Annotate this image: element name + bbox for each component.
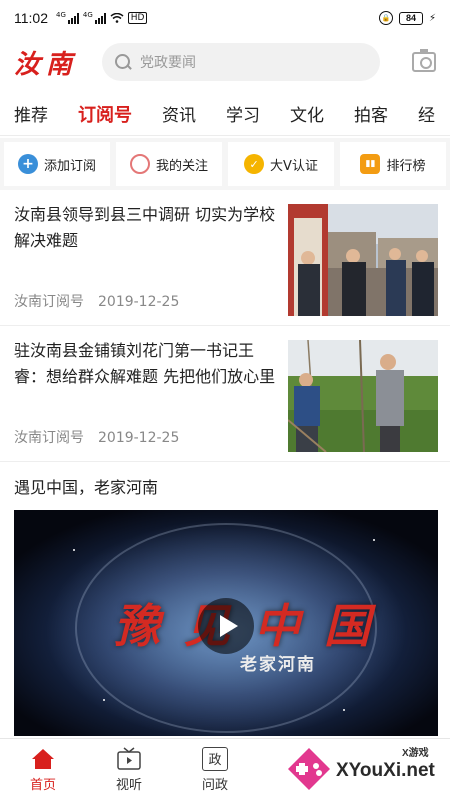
tab-recommend[interactable]: 推荐 — [14, 101, 48, 126]
news-item[interactable]: 驻汝南县金铺镇刘花门第一书记王睿：想给群众解难题 先把他们放心里 汝南订阅号 20… — [0, 328, 450, 462]
wifi-icon — [110, 13, 124, 23]
signal-icon: 4G — [56, 12, 79, 24]
circle-icon — [129, 154, 150, 174]
news-title: 汝南县领导到县三中调研 切实为学校解决难题 — [14, 205, 276, 250]
nav-politics-qa[interactable]: 政 问政 — [172, 739, 258, 800]
news-source: 汝南订阅号 — [14, 294, 84, 310]
bar-chart-icon: ▮▮ — [360, 154, 381, 174]
watermark: X游戏 XYouXi.net — [278, 742, 448, 798]
news-thumbnail — [288, 204, 438, 316]
hd-badge: HD — [127, 12, 148, 24]
channel-tabs: 推荐 订阅号 资讯 学习 文化 拍客 经 — [0, 92, 450, 136]
search-placeholder: 党政要闻 — [140, 55, 196, 71]
video-overlay-subtitle: 老家河南 — [240, 655, 316, 675]
quick-actions-bar: + 添加订阅 我的关注 ✓ 大V认证 ▮▮ 排行榜 — [0, 138, 450, 190]
app-logo: 汝南 — [14, 49, 79, 80]
verified-v-label: 大V认证 — [270, 158, 318, 174]
status-bar: 11:02 4G 4G HD 🔒 84 ⚡ — [0, 0, 450, 36]
tv-icon — [117, 746, 141, 770]
tab-photographer[interactable]: 拍客 — [354, 101, 388, 126]
news-meta: 汝南订阅号 2019-12-25 — [14, 291, 179, 311]
news-meta: 汝南订阅号 2019-12-25 — [14, 427, 179, 447]
watermark-small-text: X游戏 — [402, 748, 429, 759]
rotation-lock-icon: 🔒 — [378, 11, 393, 25]
battery-icon: 84 — [398, 11, 423, 25]
tab-study[interactable]: 学习 — [226, 101, 260, 126]
my-follows-button[interactable]: 我的关注 — [116, 142, 222, 186]
tab-economy[interactable]: 经 — [418, 101, 435, 126]
watermark-text: XYouXi.net — [336, 760, 435, 781]
verified-v-button[interactable]: ✓ 大V认证 — [228, 142, 334, 186]
gamepad-logo-icon — [288, 748, 330, 790]
zheng-icon: 政 — [202, 746, 228, 771]
nav-politics-qa-label: 问政 — [201, 777, 228, 793]
v-badge-icon: ✓ — [244, 154, 265, 174]
tab-subscriptions[interactable]: 订阅号 — [78, 101, 132, 127]
news-title: 驻汝南县金铺镇刘花门第一书记王睿：想给群众解难题 先把他们放心里 — [14, 341, 276, 386]
play-icon[interactable] — [198, 598, 254, 654]
news-date: 2019-12-25 — [98, 430, 180, 446]
nav-audio-video[interactable]: 视听 — [86, 739, 172, 800]
camera-icon[interactable] — [412, 49, 436, 72]
app-header: 汝南 党政要闻 — [0, 38, 450, 86]
nav-audio-video-label: 视听 — [115, 777, 142, 793]
news-source: 汝南订阅号 — [14, 430, 84, 446]
status-time: 11:02 — [14, 10, 48, 26]
plus-circle-icon: + — [17, 154, 38, 174]
my-follows-label: 我的关注 — [155, 158, 208, 174]
ranking-label: 排行榜 — [386, 158, 426, 174]
video-player[interactable]: 豫见中国 老家河南 — [14, 510, 438, 736]
search-icon — [114, 53, 132, 71]
add-subscription-button[interactable]: + 添加订阅 — [4, 142, 110, 186]
tab-news[interactable]: 资讯 — [162, 101, 196, 126]
charging-icon: ⚡ — [428, 12, 436, 24]
nav-home[interactable]: 首页 — [0, 739, 86, 800]
add-subscription-label: 添加订阅 — [43, 158, 96, 174]
home-icon — [32, 748, 54, 769]
news-item[interactable]: 汝南县领导到县三中调研 切实为学校解决难题 汝南订阅号 2019-12-25 — [0, 192, 450, 326]
news-thumbnail — [288, 340, 438, 452]
zheng-glyph: 政 — [202, 746, 228, 771]
tab-culture[interactable]: 文化 — [290, 101, 324, 126]
ranking-button[interactable]: ▮▮ 排行榜 — [340, 142, 446, 186]
news-date: 2019-12-25 — [98, 294, 180, 310]
search-bar[interactable]: 党政要闻 — [102, 43, 380, 81]
nav-home-label: 首页 — [29, 777, 56, 793]
signal-icon-2: 4G — [83, 12, 106, 24]
video-overlay-title: 豫见中国 — [114, 599, 394, 653]
video-section-title: 遇见中国，老家河南 — [14, 478, 159, 497]
